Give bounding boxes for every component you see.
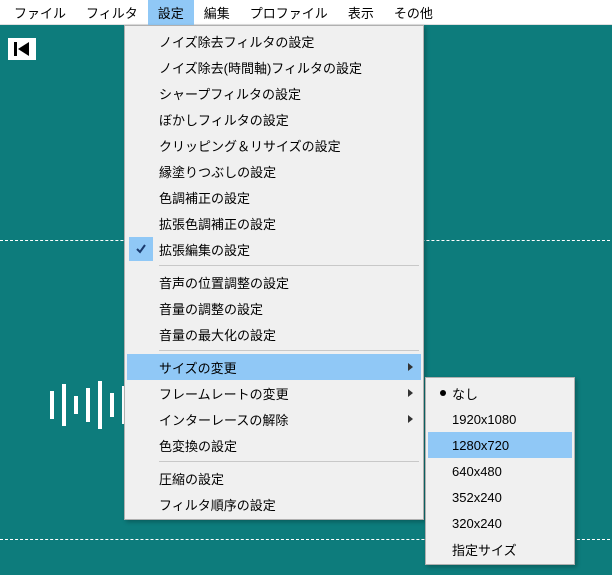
submenu-item-label: なし — [452, 384, 478, 403]
submenu-item[interactable]: なし — [428, 380, 572, 406]
check-gutter — [129, 270, 153, 294]
menu-item-label: ノイズ除去(時間軸)フィルタの設定 — [159, 58, 397, 77]
submenu-item-label: 指定サイズ — [452, 540, 517, 559]
menu-5[interactable]: 表示 — [338, 0, 384, 25]
waveform-tick — [110, 393, 114, 417]
menu-item[interactable]: 色調補正の設定 — [127, 184, 421, 210]
menu-item[interactable]: サイズの変更 — [127, 354, 421, 380]
check-gutter — [129, 159, 153, 183]
submenu-item[interactable]: 1920x1080 — [428, 406, 572, 432]
menu-item[interactable]: 色変換の設定 — [127, 432, 421, 458]
check-gutter — [129, 381, 153, 405]
menu-item[interactable]: ノイズ除去フィルタの設定 — [127, 28, 421, 54]
menu-item[interactable]: 拡張編集の設定 — [127, 236, 421, 262]
submenu-item-label: 640x480 — [452, 464, 502, 479]
menu-item[interactable]: 拡張色調補正の設定 — [127, 210, 421, 236]
menu-separator — [159, 461, 419, 462]
menu-item[interactable]: シャープフィルタの設定 — [127, 80, 421, 106]
menu-6[interactable]: その他 — [384, 0, 443, 25]
check-gutter — [129, 107, 153, 131]
size-submenu: なし 1920x1080 1280x720 640x480 352x240 320x240… — [425, 377, 575, 565]
submenu-item[interactable]: 320x240 — [428, 510, 572, 536]
menu-item[interactable]: 圧縮の設定 — [127, 465, 421, 491]
submenu-item-label: 320x240 — [452, 516, 502, 531]
submenu-item[interactable]: 指定サイズ — [428, 536, 572, 562]
submenu-arrow-icon — [408, 415, 413, 423]
check-gutter — [129, 81, 153, 105]
menu-item[interactable]: ぼかしフィルタの設定 — [127, 106, 421, 132]
check-gutter — [129, 322, 153, 346]
menu-item-label: クリッピング＆リサイズの設定 — [159, 136, 397, 155]
menu-item[interactable]: 音量の調整の設定 — [127, 295, 421, 321]
check-gutter — [129, 407, 153, 431]
menu-item[interactable]: クリッピング＆リサイズの設定 — [127, 132, 421, 158]
seek-start-icon — [13, 42, 31, 56]
settings-dropdown-menu: ノイズ除去フィルタの設定ノイズ除去(時間軸)フィルタの設定シャープフィルタの設定… — [124, 25, 424, 520]
menu-item[interactable]: 音声の位置調整の設定 — [127, 269, 421, 295]
menu-item[interactable]: インターレースの解除 — [127, 406, 421, 432]
menu-4[interactable]: プロファイル — [240, 0, 338, 25]
menu-item-label: 色調補正の設定 — [159, 188, 397, 207]
submenu-item[interactable]: 1280x720 — [428, 432, 572, 458]
submenu-item-label: 352x240 — [452, 490, 502, 505]
menu-separator — [159, 265, 419, 266]
menu-item-label: ぼかしフィルタの設定 — [159, 110, 397, 129]
waveform-tick — [74, 396, 78, 414]
check-gutter — [129, 29, 153, 53]
check-gutter — [129, 355, 153, 379]
menu-item-label: フィルタ順序の設定 — [159, 495, 397, 514]
submenu-item-label: 1920x1080 — [452, 412, 516, 427]
submenu-item[interactable]: 640x480 — [428, 458, 572, 484]
menu-item-label: 色変換の設定 — [159, 436, 397, 455]
menu-0[interactable]: ファイル — [4, 0, 76, 25]
check-gutter — [129, 133, 153, 157]
menu-item-label: サイズの変更 — [159, 358, 397, 377]
menu-item[interactable]: 縁塗りつぶしの設定 — [127, 158, 421, 184]
check-gutter — [129, 433, 153, 457]
check-gutter — [129, 211, 153, 235]
menu-1[interactable]: フィルタ — [76, 0, 148, 25]
check-gutter — [129, 466, 153, 490]
menu-item[interactable]: フレームレートの変更 — [127, 380, 421, 406]
submenu-item[interactable]: 352x240 — [428, 484, 572, 510]
check-gutter — [129, 296, 153, 320]
menu-item[interactable]: 音量の最大化の設定 — [127, 321, 421, 347]
menu-item[interactable]: ノイズ除去(時間軸)フィルタの設定 — [127, 54, 421, 80]
menu-2[interactable]: 設定 — [148, 0, 194, 25]
menu-item-label: インターレースの解除 — [159, 410, 397, 429]
radio-selected-icon — [434, 390, 452, 396]
menu-item-label: 拡張編集の設定 — [159, 240, 397, 259]
menu-item-label: 音量の最大化の設定 — [159, 325, 397, 344]
menu-item[interactable]: フィルタ順序の設定 — [127, 491, 421, 517]
submenu-item-label: 1280x720 — [452, 438, 509, 453]
seek-start-button[interactable] — [8, 38, 36, 60]
waveform-tick — [62, 384, 66, 426]
menu-item-label: ノイズ除去フィルタの設定 — [159, 32, 397, 51]
checkmark-icon — [129, 237, 153, 261]
check-gutter — [129, 492, 153, 516]
menu-item-label: 圧縮の設定 — [159, 469, 397, 488]
menu-3[interactable]: 編集 — [194, 0, 240, 25]
menu-item-label: 音量の調整の設定 — [159, 299, 397, 318]
check-gutter — [129, 55, 153, 79]
menu-bar: ファイルフィルタ設定編集プロファイル表示その他 — [0, 0, 612, 25]
menu-item-label: フレームレートの変更 — [159, 384, 397, 403]
menu-item-label: シャープフィルタの設定 — [159, 84, 397, 103]
waveform-tick — [86, 388, 90, 422]
menu-item-label: 拡張色調補正の設定 — [159, 214, 397, 233]
submenu-arrow-icon — [408, 363, 413, 371]
check-gutter — [129, 185, 153, 209]
waveform-tick — [50, 391, 54, 419]
waveform-tick — [98, 381, 102, 429]
menu-item-label: 縁塗りつぶしの設定 — [159, 162, 397, 181]
menu-separator — [159, 350, 419, 351]
submenu-arrow-icon — [408, 389, 413, 397]
menu-item-label: 音声の位置調整の設定 — [159, 273, 397, 292]
